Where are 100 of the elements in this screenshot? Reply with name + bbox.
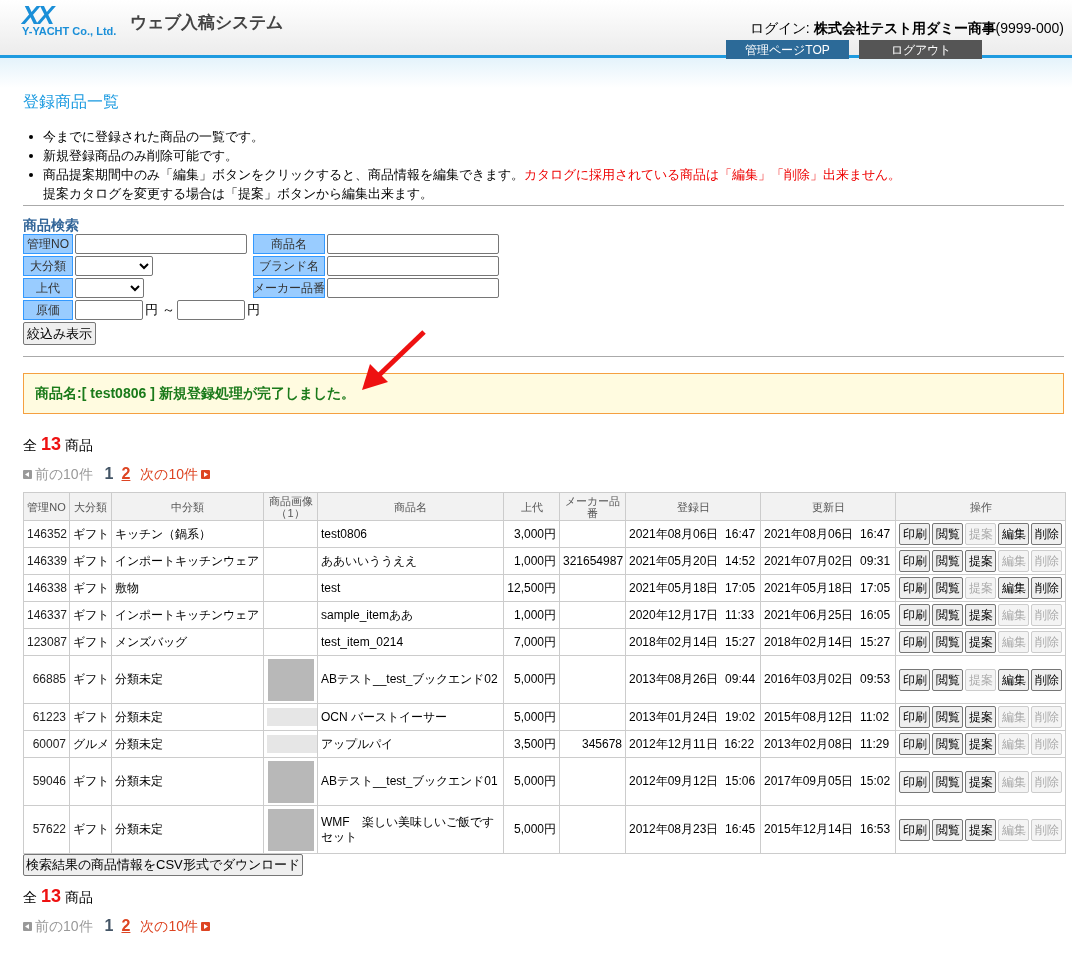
action-button[interactable]: 閲覧 xyxy=(932,733,963,755)
previous-icon xyxy=(23,469,32,479)
action-button[interactable]: 印刷 xyxy=(899,523,930,545)
table-cell: 分類未定 xyxy=(111,757,264,806)
table-cell: 2021年08月06日 16:47 xyxy=(760,520,896,548)
field-label: 商品名 xyxy=(253,234,325,254)
action-button[interactable]: 印刷 xyxy=(899,668,930,691)
action-button[interactable]: 閲覧 xyxy=(932,631,963,653)
unit-label: 円 xyxy=(246,301,260,320)
table-cell: ギフト xyxy=(69,703,112,731)
table-cell: ABテスト__test_ブックエンド01 xyxy=(317,757,504,806)
nav-button[interactable]: ログアウト xyxy=(859,40,982,59)
table-cell: sample_itemああ xyxy=(317,601,504,629)
action-button[interactable]: 提案 xyxy=(965,550,996,572)
table-cell: 2021年05月18日 17:05 xyxy=(625,574,761,602)
table-cell: ギフト xyxy=(69,628,112,656)
action-button[interactable]: 提案 xyxy=(965,631,996,653)
input-field[interactable] xyxy=(75,234,247,254)
action-button[interactable]: 閲覧 xyxy=(932,770,963,793)
table-cell: 60007 xyxy=(23,730,70,758)
action-button[interactable]: 提案 xyxy=(965,770,996,793)
action-button[interactable]: 削除 xyxy=(1031,577,1062,599)
action-button[interactable]: 印刷 xyxy=(899,577,930,599)
table-cell: 2013年08月26日 09:44 xyxy=(625,655,761,704)
input-field[interactable] xyxy=(176,300,245,320)
column-header: 中分類 xyxy=(111,492,264,521)
table-cell: 2021年07月02日 09:31 xyxy=(760,547,896,575)
input-field[interactable] xyxy=(327,234,499,254)
action-button[interactable]: 閲覧 xyxy=(932,818,963,841)
table-cell: 3,000円 xyxy=(503,520,560,548)
field-label: メーカー品番 xyxy=(253,278,325,298)
page-title: 登録商品一覧 xyxy=(23,92,120,112)
action-button[interactable]: 印刷 xyxy=(899,733,930,755)
field-label: 大分類 xyxy=(23,256,73,276)
note-text: 今までに登録された商品の一覧です。 xyxy=(43,128,265,146)
bullet-icon xyxy=(29,173,33,177)
company-name: Y-YACHT Co., Ltd. xyxy=(22,26,117,37)
action-button[interactable]: 編集 xyxy=(998,577,1029,599)
action-button[interactable]: 印刷 xyxy=(899,604,930,626)
dropdown[interactable] xyxy=(75,256,153,276)
table-cell: 146338 xyxy=(23,574,70,602)
table-cell: 2013年01月24日 19:02 xyxy=(625,703,761,731)
action-button[interactable]: 閲覧 xyxy=(932,577,963,599)
page-link[interactable]: 2 xyxy=(121,465,131,483)
action-button[interactable]: 提案 xyxy=(965,733,996,755)
dropdown[interactable] xyxy=(75,278,144,298)
field-label: ブランド名 xyxy=(253,256,325,276)
table-cell: 146352 xyxy=(23,520,70,548)
action-button[interactable]: 閲覧 xyxy=(932,604,963,626)
action-button[interactable]: 閲覧 xyxy=(932,523,963,545)
action-button[interactable]: 閲覧 xyxy=(932,550,963,572)
action-button[interactable]: 印刷 xyxy=(899,631,930,653)
next-link[interactable]: 次の10件 xyxy=(140,917,198,935)
table-cell: インポートキッチンウェア xyxy=(111,547,264,575)
table-cell: 7,000円 xyxy=(503,628,560,656)
nav-button[interactable]: 管理ページTOP xyxy=(726,40,849,59)
table-cell: メンズバッグ xyxy=(111,628,264,656)
column-header: 管理NO xyxy=(23,492,70,521)
next-link[interactable]: 次の10件 xyxy=(140,465,198,483)
table-cell: 敷物 xyxy=(111,574,264,602)
action-button[interactable]: 編集 xyxy=(998,523,1029,545)
action-button[interactable]: 閲覧 xyxy=(932,706,963,728)
action-button[interactable]: 印刷 xyxy=(899,550,930,572)
table-cell: ギフト xyxy=(69,520,112,548)
note-text: 商品提案期間中のみ「編集」ボタンをクリックすると、商品情報を編集できます。カタログに採用されている商品は「編集」「削除」出来ません。 提案カタログを変更する場合は「提案」ボタンから編集出来ます。 xyxy=(43,166,902,203)
table-cell: ABテスト__test_ブックエンド02 xyxy=(317,655,504,704)
page-link[interactable]: 1 xyxy=(104,465,114,483)
filter-button[interactable]: 絞込み表示 xyxy=(23,322,96,345)
table-cell: 1,000円 xyxy=(503,547,560,575)
table-cell: 321654987 xyxy=(559,547,626,575)
table-cell: ギフト xyxy=(69,601,112,629)
action-button[interactable]: 閲覧 xyxy=(932,668,963,691)
action-button[interactable]: 提案 xyxy=(965,604,996,626)
input-field[interactable] xyxy=(327,278,499,298)
page-link[interactable]: 2 xyxy=(121,917,131,935)
field-label: 原価 xyxy=(23,300,73,320)
column-header: 更新日 xyxy=(760,492,896,521)
action-button[interactable]: 提案 xyxy=(965,706,996,728)
action-button[interactable]: 編集 xyxy=(998,668,1029,691)
table-cell: 61223 xyxy=(23,703,70,731)
action-button[interactable]: 削除 xyxy=(1031,523,1062,545)
csv-download-button[interactable]: 検索結果の商品情報をCSV形式でダウンロード xyxy=(23,854,303,876)
page-link[interactable]: 1 xyxy=(104,917,114,935)
column-header: 登録日 xyxy=(625,492,761,521)
table-cell: 3,500円 xyxy=(503,730,560,758)
table-cell: ギフト xyxy=(69,757,112,806)
action-button[interactable]: 印刷 xyxy=(899,818,930,841)
table-cell: 2018年02月14日 15:27 xyxy=(760,628,896,656)
column-header: 操作 xyxy=(895,492,1066,521)
action-button[interactable]: 提案 xyxy=(965,818,996,841)
input-field[interactable] xyxy=(75,300,143,320)
action-button[interactable]: 印刷 xyxy=(899,770,930,793)
action-button[interactable]: 削除 xyxy=(1031,668,1062,691)
table-cell: 2020年12月17日 11:33 xyxy=(625,601,761,629)
note-text: 新規登録商品のみ削除可能です。 xyxy=(43,147,239,165)
table-cell: ギフト xyxy=(69,547,112,575)
table-cell: 2015年08月12日 11:02 xyxy=(760,703,896,731)
action-button[interactable]: 印刷 xyxy=(899,706,930,728)
item-count: 全 13 商品 xyxy=(23,886,94,907)
input-field[interactable] xyxy=(327,256,499,276)
